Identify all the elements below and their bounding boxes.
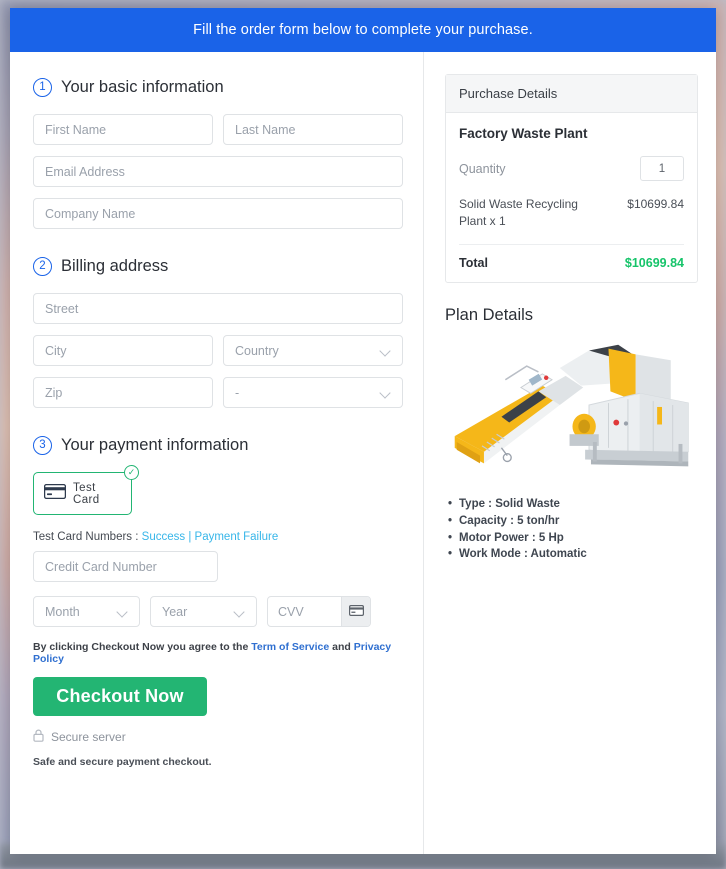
spec-item: Capacity : 5 ton/hr <box>448 513 698 530</box>
purchase-details-header: Purchase Details <box>446 75 697 113</box>
cvv-field-group: CVV <box>267 596 371 627</box>
quantity-row: Quantity 1 <box>459 156 684 181</box>
secure-server-row: Secure server <box>33 729 403 745</box>
safe-checkout-note: Safe and secure payment checkout. <box>33 756 212 768</box>
card-back-icon <box>348 603 364 621</box>
step-header-payment-info: 3 Your payment information <box>33 436 403 455</box>
line-item-price: $10699.84 <box>627 197 684 211</box>
email-row: Email Address <box>33 156 403 187</box>
expiry-month-select[interactable]: Month <box>33 596 140 627</box>
test-card-label: Test Card <box>73 481 100 506</box>
checkout-card: Fill the order form below to complete yo… <box>10 8 716 854</box>
spec-item: Work Mode : Automatic <box>448 546 698 563</box>
test-card-prefix: Test Card Numbers : <box>33 531 139 543</box>
zip-input[interactable]: Zip <box>33 377 213 408</box>
email-input[interactable]: Email Address <box>33 156 403 187</box>
street-input[interactable]: Street <box>33 293 403 324</box>
quantity-label: Quantity <box>459 161 506 176</box>
card-number-row: Credit Card Number <box>33 551 403 582</box>
total-row: Total $10699.84 <box>459 245 684 270</box>
product-name: Factory Waste Plant <box>459 126 588 141</box>
cvv-help-button[interactable] <box>341 597 370 626</box>
total-amount: $10699.84 <box>624 255 684 270</box>
step-title: Billing address <box>61 257 169 275</box>
payment-failure-card-link[interactable]: Payment Failure <box>195 531 279 543</box>
zip-state-row: Zip - <box>33 377 403 408</box>
instruction-banner: Fill the order form below to complete yo… <box>10 8 716 52</box>
terms-prefix: By clicking Checkout Now you agree to th… <box>33 641 249 653</box>
step-header-basic-info: 1 Your basic information <box>33 78 403 97</box>
company-row: Company Name <box>33 198 403 229</box>
step-title: Your basic information <box>61 78 224 96</box>
city-country-row: City Country <box>33 335 403 366</box>
order-form: 1 Your basic information First Name Last… <box>10 52 424 854</box>
secure-server-label: Secure server <box>51 730 126 744</box>
total-label: Total <box>459 255 488 270</box>
terms-and: and <box>332 641 351 653</box>
checkout-columns: 1 Your basic information First Name Last… <box>10 52 716 854</box>
step-number-badge: 2 <box>33 257 52 276</box>
quantity-input[interactable]: 1 <box>640 156 684 181</box>
checkout-now-button[interactable]: Checkout Now <box>33 677 207 716</box>
company-name-input[interactable]: Company Name <box>33 198 403 229</box>
product-image <box>454 344 689 467</box>
step-header-billing-address: 2 Billing address <box>33 257 403 276</box>
plan-spec-list: Type : Solid Waste Capacity : 5 ton/hr M… <box>445 496 698 564</box>
spec-item: Motor Power : 5 Hp <box>448 530 698 547</box>
purchase-details-box: Purchase Details Factory Waste Plant Qua… <box>445 74 698 283</box>
order-summary: Purchase Details Factory Waste Plant Qua… <box>424 52 716 854</box>
plan-details-title: Plan Details <box>445 305 534 324</box>
test-card-numbers-line: Test Card Numbers : Success | Payment Fa… <box>33 531 403 543</box>
step-number-badge: 3 <box>33 436 52 455</box>
last-name-input[interactable]: Last Name <box>223 114 403 145</box>
expiry-cvv-row: Month Year CVV <box>33 596 403 627</box>
terms-agreement: By clicking Checkout Now you agree to th… <box>33 641 403 665</box>
lock-icon <box>33 729 44 745</box>
step-title: Your payment information <box>61 436 249 454</box>
line-item-row: Solid Waste Recycling Plant x 1 $10699.8… <box>459 196 684 245</box>
purchase-details-body: Factory Waste Plant Quantity 1 Solid Was… <box>446 113 697 282</box>
terms-of-service-link[interactable]: Term of Service <box>251 641 329 653</box>
test-card-option[interactable]: Test Card ✓ <box>33 465 139 515</box>
expiry-year-select[interactable]: Year <box>150 596 257 627</box>
check-circle-icon: ✓ <box>124 465 139 480</box>
street-row: Street <box>33 293 403 324</box>
city-input[interactable]: City <box>33 335 213 366</box>
credit-card-icon <box>43 483 67 504</box>
step-number-badge: 1 <box>33 78 52 97</box>
credit-card-number-input[interactable]: Credit Card Number <box>33 551 218 582</box>
line-item-name: Solid Waste Recycling Plant x 1 <box>459 197 578 229</box>
state-select[interactable]: - <box>223 377 403 408</box>
spec-item: Type : Solid Waste <box>448 496 698 513</box>
success-card-link[interactable]: Success <box>142 531 185 543</box>
banner-text: Fill the order form below to complete yo… <box>193 22 533 38</box>
first-name-input[interactable]: First Name <box>33 114 213 145</box>
name-row: First Name Last Name <box>33 114 403 145</box>
country-select[interactable]: Country <box>223 335 403 366</box>
cvv-input[interactable]: CVV <box>268 597 341 626</box>
link-separator: | <box>188 531 192 543</box>
